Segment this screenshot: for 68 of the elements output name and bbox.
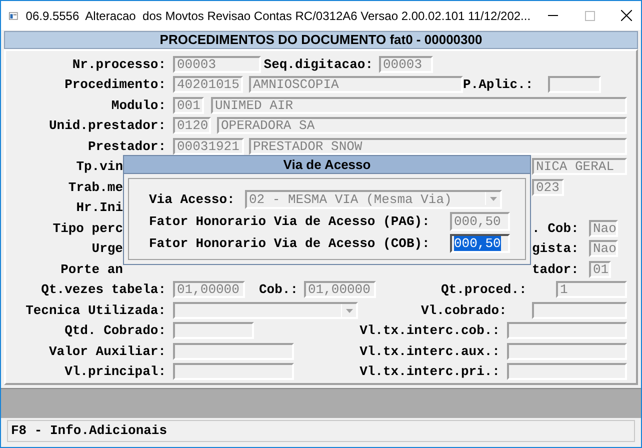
dropdown-field[interactable]: 02 - MESMA VIA (Mesma Via) [245, 190, 502, 208]
text-field[interactable]: NICA GERAL [532, 158, 627, 176]
text-field[interactable] [173, 342, 294, 360]
close-icon [621, 10, 632, 21]
window-title: 06.9.5556 Alteracao dos Movtos Revisao Contas RC/0312A6 Versao 2.00.02.101 11/12/202... [26, 8, 531, 22]
text-field[interactable]: PRESTADOR SNOW [249, 138, 627, 155]
text-field[interactable]: 00031921 [173, 138, 244, 155]
text-field[interactable] [532, 302, 627, 319]
field-label: Vl.principal: [64, 364, 166, 380]
field-label: Hr.Ini [75, 200, 123, 216]
field-label: Nr.processo: [71, 56, 166, 72]
text-field[interactable]: Nao [589, 240, 618, 258]
field-label: Unid.prestador: [48, 118, 166, 134]
field-label: P.Aplic.: [463, 77, 534, 92]
text-field[interactable]: UNIMED AIR [211, 96, 627, 114]
maximize-icon [584, 10, 595, 20]
field-label: Via Acesso: [149, 192, 236, 206]
text-field[interactable] [507, 322, 627, 340]
dialog-title: Via de Acesso [124, 156, 530, 174]
field-label: Vl.cobrado: [421, 302, 508, 318]
text-field[interactable]: 01 [589, 260, 611, 278]
field-label: Tecnica Utilizada: [24, 302, 166, 318]
text-field[interactable]: 40201015 [173, 76, 243, 94]
text-field[interactable]: 00003 [173, 56, 261, 73]
text-field[interactable]: 01,00000 [304, 281, 376, 298]
app-icon [9, 10, 18, 22]
form-header: PROCEDIMENTOS DO DOCUMENTO fat0 - 00000300 [4, 31, 638, 49]
text-field[interactable]: 00003 [379, 56, 433, 73]
text-field[interactable]: 001 [173, 96, 204, 114]
text-field[interactable]: 023 [532, 178, 564, 196]
field-label: Qtd. Cobrado: [64, 323, 166, 338]
field-label: Vl.tx.interc.cob.: [358, 323, 500, 338]
text-field[interactable]: OPERADORA SA [217, 117, 627, 134]
text-field[interactable] [173, 363, 294, 380]
text-field[interactable]: 000,50 [450, 212, 510, 230]
dropdown-field[interactable] [173, 302, 358, 319]
field-label: Tp.vin [75, 159, 123, 174]
text-field[interactable] [507, 342, 627, 360]
field-label: Cob.: [258, 282, 298, 298]
text-field[interactable]: 01,00000 [173, 281, 245, 298]
field-label: Porte an [60, 262, 123, 277]
field-label: Trab.me [67, 180, 123, 195]
status-bar: F8 - Info.Adicionais [7, 420, 635, 442]
text-field[interactable] [548, 76, 601, 94]
field-label: Vl.tx.interc.aux.: [358, 344, 500, 359]
field-label: Vl.tx.interc.pri.: [358, 364, 500, 380]
text-field[interactable]: AMNIOSCOPIA [249, 76, 463, 94]
field-label: . Cob: [532, 220, 576, 236]
field-label: Prestador: [86, 138, 166, 154]
text-field[interactable]: 000,50 [450, 234, 510, 252]
field-label: Qt.vezes tabela: [40, 282, 166, 298]
field-label: Seq.digitacao: [263, 56, 373, 72]
text-field[interactable]: 1 [556, 281, 627, 298]
field-label: Tipo perc [52, 220, 123, 236]
field-label: Urge [90, 241, 123, 256]
minimize-icon [548, 15, 558, 16]
field-label: Fator Honorario Via de Acesso (PAG): [149, 214, 431, 228]
text-field[interactable]: 0120 [173, 117, 211, 134]
field-label: Qt.proced.: [441, 282, 528, 298]
field-label: Modulo: [110, 98, 166, 113]
field-label: tador: [532, 262, 580, 277]
field-label: gista: [532, 241, 576, 256]
field-label: Valor Auxiliar: [48, 344, 166, 359]
field-label: Procedimento: [64, 77, 166, 92]
text-field[interactable] [173, 322, 254, 340]
field-label: Fator Honorario Via de Acesso (COB): [149, 236, 431, 250]
text-field[interactable] [507, 363, 627, 380]
text-field[interactable]: Nao [589, 220, 618, 237]
